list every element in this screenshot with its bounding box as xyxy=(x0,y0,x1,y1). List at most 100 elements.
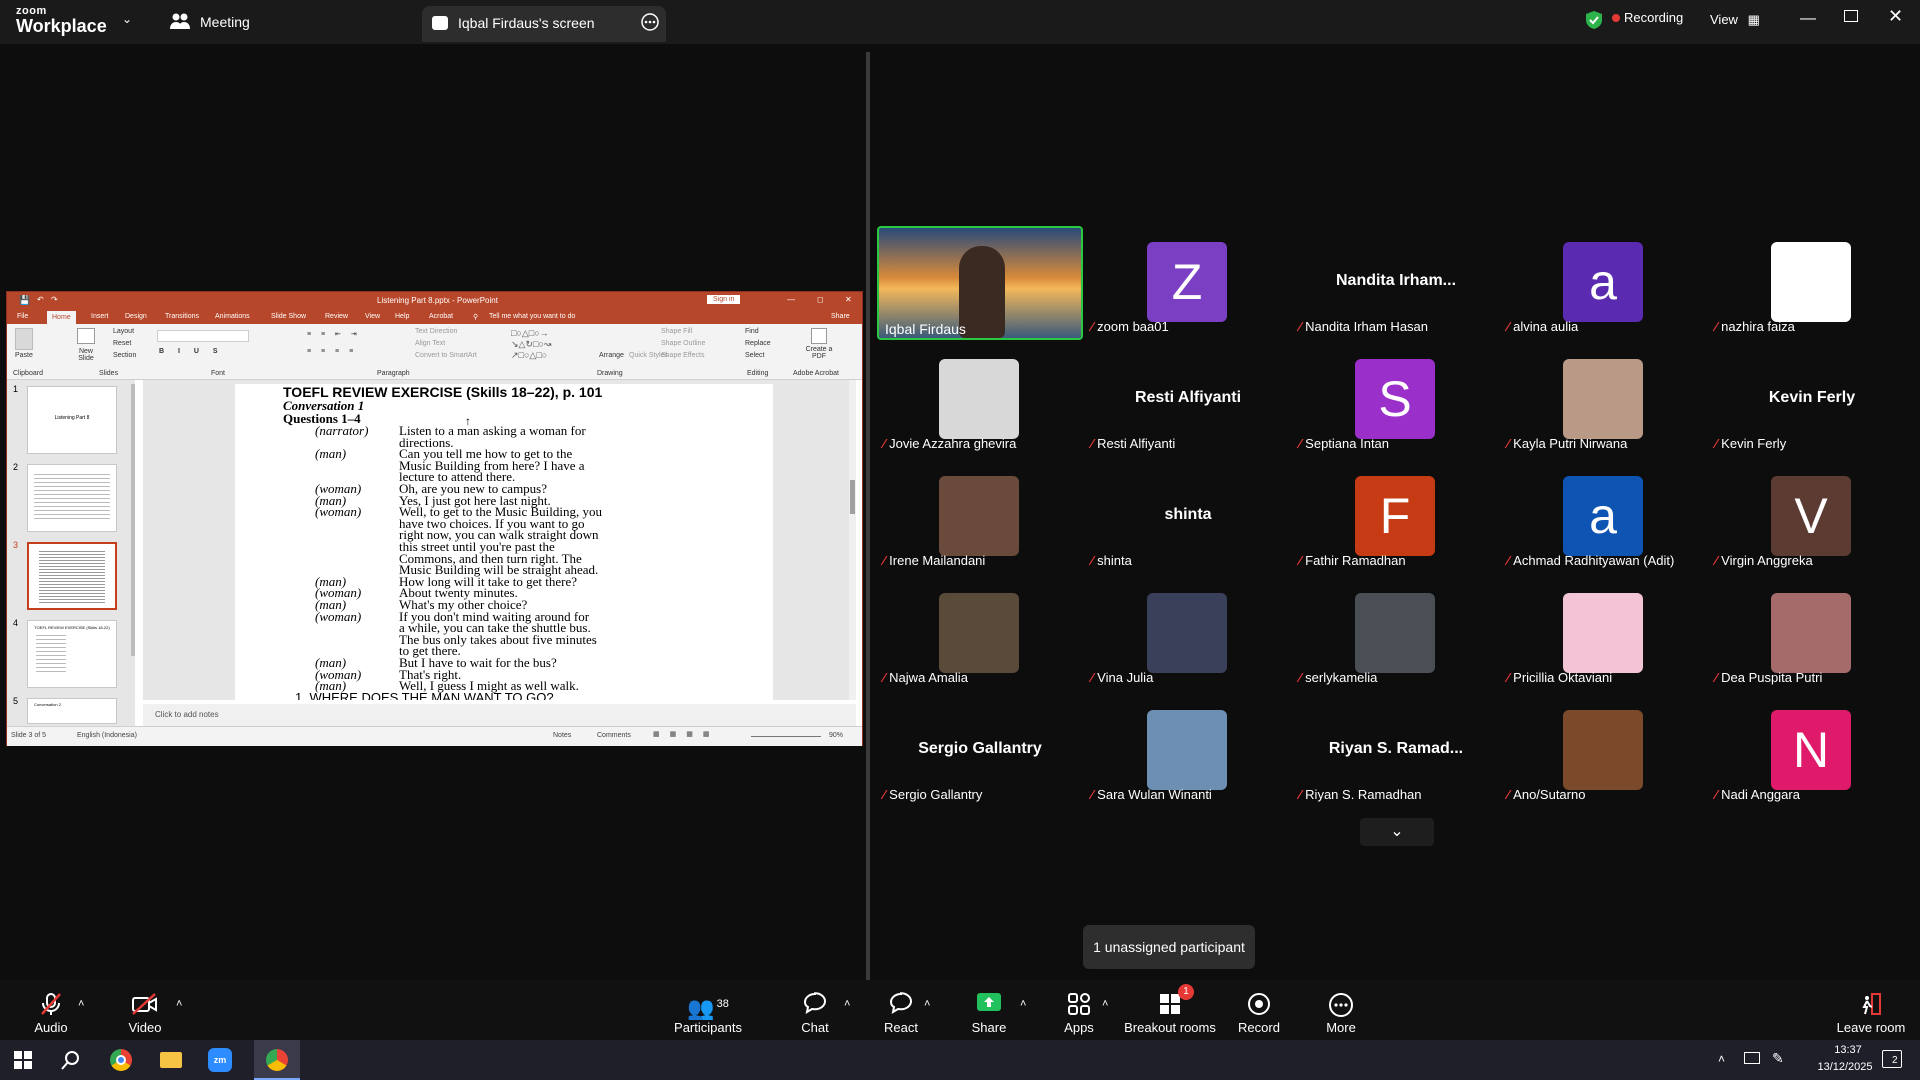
ppt-tab-insert[interactable]: Insert xyxy=(91,313,109,320)
more-options-icon[interactable] xyxy=(640,12,660,37)
chrome-active-icon[interactable] xyxy=(254,1040,300,1080)
ppt-tab-animations[interactable]: Animations xyxy=(215,313,250,320)
view-buttons[interactable]: ▦▦▦▦ xyxy=(653,730,719,738)
slide-thumbnail[interactable] xyxy=(27,464,117,532)
tell-me-search[interactable]: Tell me what you want to do xyxy=(489,313,575,320)
ppt-share-button[interactable]: Share xyxy=(831,313,850,320)
participant-tile[interactable]: a ∕ alvina aulia xyxy=(1501,226,1707,340)
apps-button[interactable]: Apps xyxy=(1034,992,1124,1035)
breakout-rooms-button[interactable]: 1 Breakout rooms xyxy=(1118,984,1222,1035)
record-button[interactable]: Record xyxy=(1214,992,1304,1035)
windows-start-icon[interactable] xyxy=(14,1051,32,1074)
language-status[interactable]: English (Indonesia) xyxy=(77,732,137,739)
arrange-button[interactable]: Arrange xyxy=(599,352,624,359)
audio-options-caret-icon[interactable]: ˄ xyxy=(78,998,84,1010)
ppt-tab-acrobat[interactable]: Acrobat xyxy=(429,313,453,320)
bullets-buttons[interactable]: ≡ ≡ ⇤ ⇥ xyxy=(307,330,361,338)
align-buttons[interactable]: ≡ ≡ ≡ ≡ xyxy=(307,348,357,355)
participant-tile[interactable]: N ∕ Nadi Anggara xyxy=(1709,694,1915,808)
slide-thumbnail[interactable]: Conversation 2 xyxy=(27,698,117,724)
participant-tile[interactable]: ∕ Kayla Putri Nirwana xyxy=(1501,343,1707,457)
select-button[interactable]: Select xyxy=(745,352,764,359)
file-explorer-icon[interactable] xyxy=(160,1052,182,1068)
participant-tile[interactable]: Nandita Irham... ∕ Nandita Irham Hasan xyxy=(1293,226,1499,340)
font-name-dropdown[interactable] xyxy=(157,330,249,342)
participant-tile[interactable]: a ∕ Achmad Radhityawan (Adit) xyxy=(1501,460,1707,574)
slide-thumbnail[interactable]: TOEFL REVIEW EXERCISE (Skills 18-22) xyxy=(27,620,117,688)
participant-tile[interactable]: F ∕ Fathir Ramadhan xyxy=(1293,460,1499,574)
slide-canvas[interactable]: TOEFL REVIEW EXERCISE (Skills 18–22), p.… xyxy=(235,384,773,700)
ppt-tab-file[interactable]: File xyxy=(17,313,28,320)
align-text-button[interactable]: Align Text xyxy=(415,340,445,347)
react-button[interactable]: React xyxy=(856,992,946,1035)
shapes-gallery[interactable]: □○△□○→ ↘△↻□○↝ ↗□○△□○ xyxy=(511,328,587,362)
close-window-icon[interactable]: ✕ xyxy=(1888,6,1903,27)
participant-tile[interactable]: ∕ Najwa Amalia xyxy=(877,577,1083,691)
participant-tile[interactable]: Resti Alfiyanti ∕ Resti Alfiyanti xyxy=(1085,343,1291,457)
zoom-workplace-logo[interactable]: zoom Workplace xyxy=(16,6,107,36)
pen-icon[interactable]: ✎ xyxy=(1772,1050,1784,1067)
share-options-caret-icon[interactable]: ˄ xyxy=(1020,998,1026,1010)
new-slide-icon[interactable] xyxy=(77,328,95,344)
participant-tile[interactable]: S ∕ Septiana Intan xyxy=(1293,343,1499,457)
undo-icon[interactable]: ↶ xyxy=(37,295,44,304)
search-icon[interactable] xyxy=(60,1049,82,1076)
replace-button[interactable]: Replace xyxy=(745,340,771,347)
participant-tile[interactable]: Kevin Ferly ∕ Kevin Ferly xyxy=(1709,343,1915,457)
participant-tile[interactable]: ∕ nazhira faiza xyxy=(1709,226,1915,340)
participant-tile[interactable]: Sergio Gallantry ∕ Sergio Gallantry xyxy=(877,694,1083,808)
reset-button[interactable]: Reset xyxy=(113,340,131,347)
participant-tile[interactable]: ∕ Dea Puspita Putri xyxy=(1709,577,1915,691)
edit-scrollbar[interactable] xyxy=(849,380,856,700)
ppt-tab-home[interactable]: Home xyxy=(47,311,76,324)
slide-editing-area[interactable]: TOEFL REVIEW EXERCISE (Skills 18–22), p.… xyxy=(143,380,856,700)
clock-time[interactable]: 13:37 xyxy=(1820,1044,1876,1056)
participant-tile[interactable]: ∕ Irene Mailandani xyxy=(877,460,1083,574)
scroll-thumb[interactable] xyxy=(850,480,855,514)
video-options-caret-icon[interactable]: ˄ xyxy=(176,998,182,1010)
participant-tile[interactable]: Riyan S. Ramad... ∕ Riyan S. Ramadhan xyxy=(1293,694,1499,808)
unassigned-participant-tooltip[interactable]: 1 unassigned participant xyxy=(1083,925,1255,969)
zoom-app-icon[interactable]: zm xyxy=(208,1048,232,1072)
apps-options-caret-icon[interactable]: ˄ xyxy=(1102,998,1108,1010)
create-pdf-button[interactable]: Create a PDF xyxy=(799,346,839,360)
clock-date[interactable]: 13/12/2025 xyxy=(1806,1061,1884,1073)
ppt-minimize-icon[interactable]: — xyxy=(787,295,795,304)
participant-tile[interactable]: V ∕ Virgin Anggreka xyxy=(1709,460,1915,574)
ppt-tab-view[interactable]: View xyxy=(365,313,380,320)
find-button[interactable]: Find xyxy=(745,328,759,335)
gallery-next-page-icon[interactable]: ⌄ xyxy=(1360,818,1434,846)
chrome-icon[interactable] xyxy=(110,1049,132,1071)
minimize-icon[interactable]: — xyxy=(1800,10,1816,28)
convert-smartart-button[interactable]: Convert to SmartArt xyxy=(415,352,477,359)
participant-tile[interactable]: Iqbal Firdaus xyxy=(877,226,1083,340)
paste-icon[interactable] xyxy=(15,328,33,350)
view-button[interactable]: View ▦ xyxy=(1710,12,1760,28)
participant-tile[interactable]: ∕ Pricillia Oktaviani xyxy=(1501,577,1707,691)
screen-share-tab[interactable]: Iqbal Firdaus's screen xyxy=(422,6,666,42)
participant-tile[interactable]: shinta ∕ shinta xyxy=(1085,460,1291,574)
zoom-level[interactable]: 90% xyxy=(829,732,843,739)
layout-button[interactable]: Layout xyxy=(113,328,134,335)
ppt-tab-review[interactable]: Review xyxy=(325,313,348,320)
new-slide-label[interactable]: New Slide xyxy=(73,348,99,362)
shape-fill-button[interactable]: Shape Fill xyxy=(661,328,692,335)
participants-button[interactable]: 👥 38 Participants xyxy=(660,992,756,1035)
slide-thumbnail-selected[interactable] xyxy=(27,542,117,610)
meeting-tab[interactable]: Meeting xyxy=(200,14,250,30)
more-button[interactable]: More xyxy=(1296,992,1386,1035)
save-icon[interactable]: 💾 xyxy=(19,295,30,306)
participant-tile[interactable]: ∕ Vina Julia xyxy=(1085,577,1291,691)
notes-pane[interactable]: Click to add notes xyxy=(143,704,856,726)
encryption-shield-icon[interactable] xyxy=(1585,10,1603,35)
slide-thumbnail[interactable]: Listening Part 8 xyxy=(27,386,117,454)
pdf-icon[interactable] xyxy=(811,328,827,344)
section-button[interactable]: Section xyxy=(113,352,136,359)
font-style-buttons[interactable]: B I U S xyxy=(159,348,224,355)
react-options-caret-icon[interactable]: ˄ xyxy=(924,998,930,1010)
participant-tile[interactable]: ∕ Jovie Azzahra ghevira xyxy=(877,343,1083,457)
shared-powerpoint-window[interactable]: 💾 ↶ ↷ Listening Part 8.pptx - PowerPoint… xyxy=(6,291,863,746)
chevron-down-icon[interactable]: ⌄ xyxy=(122,12,132,26)
tray-overflow-icon[interactable]: ˄ xyxy=(1718,1052,1725,1066)
redo-icon[interactable]: ↷ xyxy=(51,295,58,304)
